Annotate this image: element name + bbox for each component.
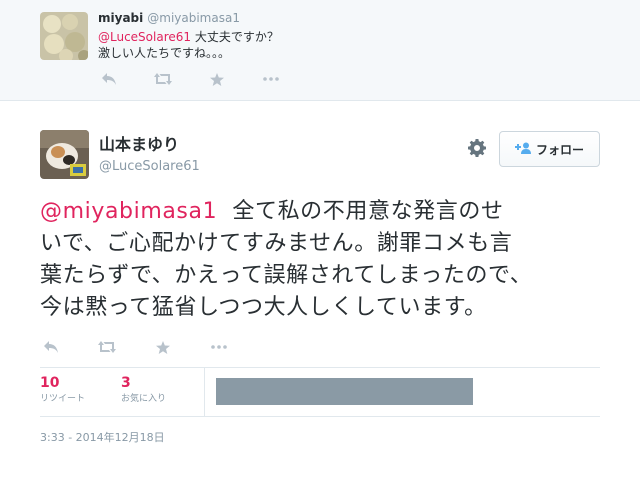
reply-avatar[interactable] <box>40 12 88 60</box>
reply-mention-link[interactable]: @LuceSolare61 <box>98 30 191 44</box>
reply-header: miyabi @miyabimasa1 <box>98 11 240 26</box>
tweet-text-line4: 今は黙って猛省しつつ大人しくしています。 <box>40 295 487 320</box>
author-avatar[interactable] <box>40 130 89 179</box>
author-name[interactable]: 山本まゆり <box>99 135 179 155</box>
follow-button[interactable]: フォロー <box>499 131 600 167</box>
favorite-icon[interactable] <box>206 71 228 87</box>
tweet-text: @miyabimasa1 全て私の不用意な発言のせ いで、ご心配かけてすみません… <box>40 196 610 324</box>
tweet-mention-link[interactable]: @miyabimasa1 <box>40 199 217 224</box>
tweet-stats: 10 リツイート 3 お気に入り <box>40 367 600 417</box>
reply-tweet[interactable]: miyabi @miyabimasa1 @LuceSolare61 大丈夫ですか？… <box>0 0 640 101</box>
author-handle[interactable]: @LuceSolare61 <box>99 159 200 175</box>
reply-author-name[interactable]: miyabi <box>98 11 143 25</box>
reply-text: @LuceSolare61 大丈夫ですか？ 激しい人たちですね。。。 <box>98 29 279 61</box>
reply-icon[interactable] <box>40 339 62 355</box>
favorite-icon[interactable] <box>152 339 174 355</box>
stats-divider <box>204 368 205 417</box>
favorite-stat[interactable]: 3 お気に入り <box>121 374 166 405</box>
more-icon[interactable] <box>260 71 282 87</box>
tweet-timestamp[interactable]: 3:33 - 2014年12月18日 <box>40 431 165 445</box>
favorite-label: お気に入り <box>121 394 167 404</box>
tweet-actions <box>40 339 230 355</box>
reply-text-line1: 大丈夫ですか？ <box>191 30 279 44</box>
more-icon[interactable] <box>208 339 230 355</box>
retweet-label: リツイート <box>40 394 86 404</box>
favoriter-avatars-redacted <box>216 378 473 405</box>
retweet-icon[interactable] <box>96 339 118 355</box>
retweet-count: 10 <box>40 375 60 391</box>
tweet-text-line3: 葉たらずで、かえって誤解されてしまったので、 <box>40 263 533 288</box>
reply-icon[interactable] <box>98 71 120 87</box>
retweet-icon[interactable] <box>152 71 174 87</box>
add-user-icon <box>514 142 531 157</box>
retweet-stat[interactable]: 10 リツイート <box>40 374 85 405</box>
tweet-text-line1: 全て私の不用意な発言のせ <box>217 199 504 224</box>
reply-author-handle[interactable]: @miyabimasa1 <box>147 11 240 25</box>
reply-actions <box>98 71 282 87</box>
reply-text-line2: 激しい人たちですね。。。 <box>98 46 231 60</box>
gear-icon[interactable] <box>466 137 488 159</box>
favorite-count: 3 <box>121 375 131 391</box>
follow-button-label: フォロー <box>535 142 584 157</box>
tweet-text-line2: いで、ご心配かけてすみません。謝罪コメも言 <box>40 231 513 256</box>
